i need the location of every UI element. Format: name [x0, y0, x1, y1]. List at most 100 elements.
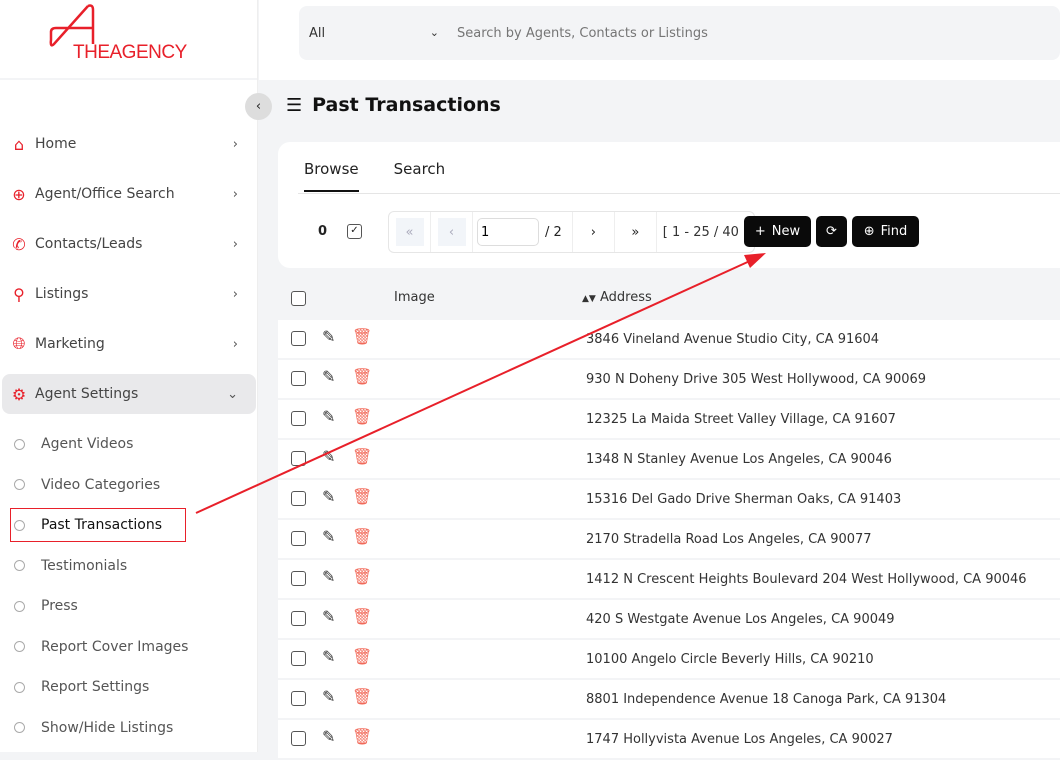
chevron-right-icon: ›: [232, 236, 238, 252]
trash-icon[interactable]: 🗑︎: [352, 567, 372, 586]
sidebar-item-agent-office-search[interactable]: ⊕ Agent/Office Search ›: [2, 174, 256, 214]
sidebar-item-agent-settings[interactable]: ⚙ Agent Settings ⌄: [2, 374, 256, 414]
edit-icon[interactable]: ✎: [322, 567, 335, 586]
logo[interactable]: THEAGENCY: [0, 0, 257, 80]
select-all-checkbox[interactable]: [291, 291, 306, 306]
subitem-show-hide-listings[interactable]: Show/Hide Listings: [0, 708, 258, 749]
sidebar: THEAGENCY ⌂ Home › ⊕ Agent/Office Search › ✆…: [0, 0, 258, 752]
home-icon: ⌂: [13, 134, 25, 154]
double-chevron-left-icon: «: [395, 218, 424, 246]
subitem-label: Press: [41, 598, 78, 615]
edit-icon[interactable]: ✎: [322, 607, 335, 626]
address-cell: 1747 Hollyvista Avenue Los Angeles, CA 9…: [586, 732, 893, 747]
table-row[interactable]: ✎ 🗑︎ 12325 La Maida Street Valley Village,…: [278, 400, 1060, 438]
sidebar-item-contacts[interactable]: ✆ Contacts/Leads ›: [2, 224, 256, 264]
edit-icon[interactable]: ✎: [322, 487, 335, 506]
subitem-testimonials[interactable]: Testimonials: [0, 546, 258, 587]
table-row[interactable]: ✎ 🗑︎ 1412 N Crescent Heights Boulevard 204…: [278, 560, 1060, 598]
subitem-press[interactable]: Press: [0, 586, 258, 627]
tab-search[interactable]: Search: [394, 158, 446, 192]
search-input[interactable]: [457, 25, 857, 41]
trash-icon[interactable]: 🗑︎: [352, 527, 372, 546]
subitem-past-transactions[interactable]: Past Transactions: [0, 505, 258, 546]
trash-icon[interactable]: 🗑︎: [352, 647, 372, 666]
search-scope-select[interactable]: All ⌄: [299, 26, 439, 41]
first-page-button[interactable]: «: [389, 212, 431, 252]
sidebar-item-label: Home: [35, 136, 77, 152]
subitem-report-cover-images[interactable]: Report Cover Images: [0, 627, 258, 668]
next-page-button[interactable]: ›: [573, 212, 615, 252]
sidebar-item-marketing[interactable]: 🌐︎ Marketing ›: [2, 324, 256, 364]
trash-icon[interactable]: 🗑︎: [352, 327, 372, 346]
subitem-report-settings[interactable]: Report Settings: [0, 667, 258, 708]
new-label: New: [771, 224, 801, 239]
edit-icon[interactable]: ✎: [322, 407, 335, 426]
row-checkbox[interactable]: [291, 571, 306, 586]
last-page-button[interactable]: »: [615, 212, 657, 252]
topbar: All ⌄: [259, 0, 1060, 80]
trash-icon[interactable]: 🗑︎: [352, 687, 372, 706]
address-cell: 3846 Vineland Avenue Studio City, CA 916…: [586, 332, 880, 347]
selected-count: 0: [318, 224, 328, 239]
table-row[interactable]: ✎ 🗑︎ 1348 N Stanley Avenue Los Angeles, CA…: [278, 440, 1060, 478]
subitem-label: Agent Videos: [41, 436, 134, 453]
refresh-icon: ⟳: [826, 224, 837, 239]
header-address[interactable]: ▲▼ Address: [582, 290, 652, 305]
row-checkbox[interactable]: [291, 731, 306, 746]
new-button[interactable]: + New: [744, 216, 811, 247]
table-row[interactable]: ✎ 🗑︎ 8801 Independence Avenue 18 Canoga Pa…: [278, 680, 1060, 718]
table-row[interactable]: ✎ 🗑︎ 2170 Stradella Road Los Angeles, CA 9…: [278, 520, 1060, 558]
circle-icon: [14, 681, 25, 693]
find-label: Find: [880, 224, 908, 239]
edit-icon[interactable]: ✎: [322, 327, 335, 346]
table-row[interactable]: ✎ 🗑︎ 15316 Del Gado Drive Sherman Oaks, CA…: [278, 480, 1060, 518]
find-button[interactable]: ⊕ Find: [852, 216, 919, 247]
plus-icon: +: [754, 224, 766, 239]
row-checkbox[interactable]: [291, 451, 306, 466]
sidebar-item-listings[interactable]: ⚲ Listings ›: [2, 274, 256, 314]
highlight-box: [10, 508, 186, 543]
edit-icon[interactable]: ✎: [322, 447, 335, 466]
trash-icon[interactable]: 🗑︎: [352, 367, 372, 386]
subitem-label: Report Settings: [41, 679, 150, 696]
trash-icon[interactable]: 🗑︎: [352, 447, 372, 466]
edit-icon[interactable]: ✎: [322, 367, 335, 386]
trash-icon[interactable]: 🗑︎: [352, 407, 372, 426]
prev-page-button[interactable]: ‹: [431, 212, 473, 252]
edit-icon[interactable]: ✎: [322, 727, 335, 746]
table-row[interactable]: ✎ 🗑︎ 3846 Vineland Avenue Studio City, CA …: [278, 320, 1060, 358]
row-checkbox[interactable]: [291, 691, 306, 706]
row-checkbox[interactable]: [291, 371, 306, 386]
trash-icon[interactable]: 🗑︎: [352, 727, 372, 746]
edit-icon[interactable]: ✎: [322, 527, 335, 546]
chevron-right-icon: ›: [232, 136, 238, 152]
row-checkbox[interactable]: [291, 611, 306, 626]
sidebar-item-label: Agent Settings: [35, 386, 139, 402]
row-checkbox[interactable]: [291, 331, 306, 346]
table-row[interactable]: ✎ 🗑︎ 10100 Angelo Circle Beverly Hills, CA…: [278, 640, 1060, 678]
collapse-sidebar-button[interactable]: ‹: [245, 93, 272, 120]
row-checkbox[interactable]: [291, 411, 306, 426]
table-row[interactable]: ✎ 🗑︎ 930 N Doheny Drive 305 West Hollywood…: [278, 360, 1060, 398]
subitem-agent-videos[interactable]: Agent Videos: [0, 424, 258, 465]
tab-browse[interactable]: Browse: [304, 158, 359, 192]
address-cell: 1412 N Crescent Heights Boulevard 204 We…: [586, 572, 1027, 587]
list-icon: ☰: [286, 94, 303, 116]
subitem-video-categories[interactable]: Video Categories: [0, 465, 258, 506]
row-checkbox[interactable]: [291, 491, 306, 506]
edit-icon[interactable]: ✎: [322, 687, 335, 706]
sidebar-item-home[interactable]: ⌂ Home ›: [2, 124, 256, 164]
row-checkbox[interactable]: [291, 531, 306, 546]
refresh-button[interactable]: ⟳: [816, 216, 847, 247]
table-row[interactable]: ✎ 🗑︎ 420 S Westgate Avenue Los Angeles, CA…: [278, 600, 1060, 638]
phone-icon: ✆: [12, 234, 26, 254]
edit-icon[interactable]: ✎: [322, 647, 335, 666]
page-input[interactable]: [477, 218, 539, 246]
trash-icon[interactable]: 🗑︎: [352, 607, 372, 626]
select-all-toggle[interactable]: ✓: [347, 224, 362, 239]
trash-icon[interactable]: 🗑︎: [352, 487, 372, 506]
sort-icon: ▲▼: [582, 294, 596, 304]
globe-icon: 🌐︎: [12, 334, 26, 353]
row-checkbox[interactable]: [291, 651, 306, 666]
table-row[interactable]: ✎ 🗑︎ 1747 Hollyvista Avenue Los Angeles, C…: [278, 720, 1060, 758]
